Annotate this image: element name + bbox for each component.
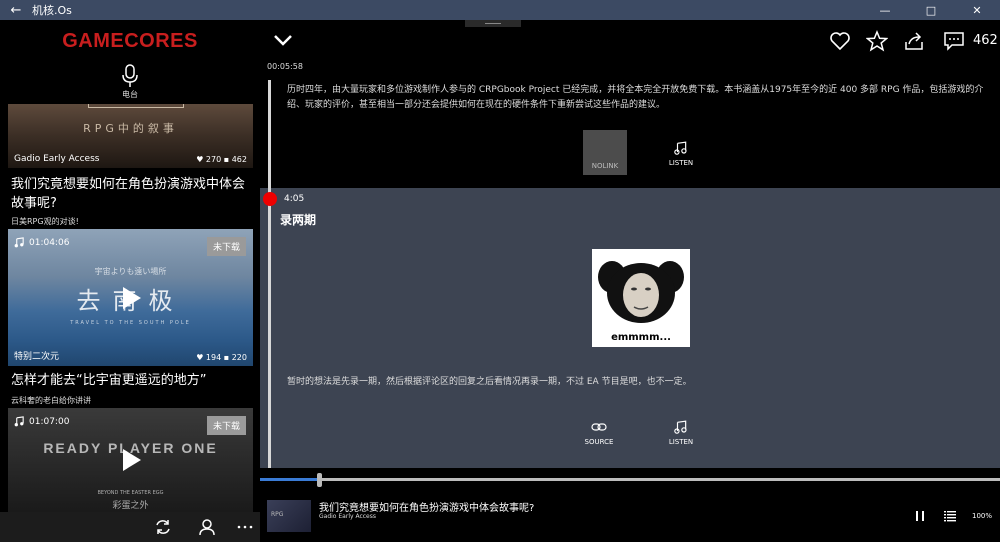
like-count: 270 [205, 155, 222, 164]
back-button[interactable]: ← [0, 3, 32, 18]
music-note-icon [674, 141, 687, 155]
image-caption: emmmm... [611, 332, 671, 343]
microphone-icon[interactable] [120, 64, 140, 88]
program-name: 特别二次元 [14, 352, 60, 362]
close-button[interactable]: ✕ [954, 4, 1000, 17]
episode-subtitle: 云科奢的老白给你讲讲 [11, 396, 91, 405]
playlist-icon[interactable] [943, 509, 957, 523]
refresh-icon[interactable] [154, 518, 172, 536]
episode-card-image[interactable]: 01:07:00 未下载 READY PLAYER ONE BEYOND THE… [8, 408, 253, 512]
heart-icon: ♥ [196, 353, 204, 362]
episode-title[interactable]: 我们究竟想要如何在角色扮演游戏中体会故事呢? [11, 175, 251, 213]
timeline-text: 暂时的想法是先录一期，然后根据评论区的回复之后看情况再录一期，不过 EA 节目是… [287, 377, 692, 387]
volume-level[interactable]: 100% [972, 512, 992, 520]
timeline-title: 录两期 [280, 213, 317, 227]
user-icon[interactable] [198, 518, 216, 536]
chevron-down-icon[interactable] [272, 30, 294, 50]
pause-icon[interactable] [913, 509, 927, 523]
playback-scrubber-handle[interactable] [317, 473, 323, 487]
now-playing-title[interactable]: 我们究竟想要如何在角色扮演游戏中体会故事呢? [319, 499, 534, 514]
app-logo[interactable]: GAMECORES [0, 30, 260, 53]
playback-progress-fill [260, 478, 320, 481]
music-note-icon [14, 237, 24, 248]
music-note-icon [14, 416, 24, 427]
listen-label: LISTEN [668, 438, 694, 446]
download-status-badge[interactable]: 未下载 [206, 416, 246, 435]
episode-stats: ♥ 194 ▪ 220 [196, 353, 247, 362]
sidebar: GAMECORES 电台 RPG中的叙事 Gadio Early Access … [0, 20, 260, 542]
star-icon[interactable] [866, 30, 888, 52]
comment-count: 220 [231, 353, 247, 362]
radio-label: 电台 [122, 90, 138, 99]
current-position-marker [263, 192, 277, 206]
timeline-text: 历时四年，由大量玩家和多位游戏制作人参与的 CRPGbook Project 已… [287, 85, 984, 110]
sidebar-toolbar [0, 512, 260, 542]
nolink-thumbnail: NOLINK [583, 130, 627, 175]
comment-count: 462 [231, 155, 247, 164]
now-playing-thumbnail[interactable]: RPG [267, 500, 311, 532]
episode-title[interactable]: 怎样才能去“比宇宙更遥远的地方” [11, 371, 251, 390]
listen-button[interactable]: LISTEN [651, 420, 711, 446]
more-icon[interactable] [236, 518, 254, 536]
window-title: 机核.Os [32, 4, 72, 17]
heart-icon[interactable] [829, 30, 851, 52]
now-playing-artist: Gadio Early Access [319, 513, 376, 520]
listen-label: LISTEN [668, 159, 694, 167]
play-icon[interactable] [118, 285, 144, 311]
program-name: Gadio Early Access [14, 154, 100, 164]
maximize-button[interactable]: □ [908, 4, 954, 17]
episode-detail-panel: 462 00:05:58 历时四年，由大量玩家和多位游戏制作人参与的 CRPGb… [260, 20, 1000, 542]
banner-english-text: BEYOND THE EASTER EGG [97, 490, 164, 496]
like-count: 194 [205, 353, 222, 362]
comment-icon: ▪ [223, 155, 230, 164]
episode-duration: 01:04:06 [14, 237, 69, 248]
title-bar: ← 机核.Os — □ ✕ [0, 0, 1000, 20]
banner-english-text: TRAVEL TO THE SOUTH POLE [70, 320, 191, 326]
source-label: SOURCE [584, 438, 614, 446]
banner-small-text: 宇宙よりも遠い場所 [94, 267, 167, 276]
source-button[interactable]: SOURCE [569, 420, 629, 446]
episode-stats: ♥ 270 ▪ 462 [196, 155, 247, 164]
timeline-line [268, 188, 271, 468]
episode-duration: 01:07:00 [14, 416, 69, 427]
timeline-timestamp[interactable]: 4:05 [284, 194, 304, 204]
heart-icon: ♥ [196, 155, 204, 164]
timeline-timestamp[interactable]: 00:05:58 [267, 62, 303, 71]
comment-icon[interactable] [943, 30, 965, 52]
panda-meme-icon [598, 261, 684, 323]
comment-icon: ▪ [223, 353, 230, 362]
link-icon [591, 423, 607, 431]
minimize-button[interactable]: — [862, 4, 908, 17]
music-note-icon [674, 420, 687, 434]
comment-count[interactable]: 462 [973, 33, 998, 48]
download-status-badge[interactable]: 未下载 [206, 237, 246, 256]
episode-subtitle: 日美RPG观的对谈! [11, 217, 79, 226]
banner-frame [88, 104, 184, 108]
listen-button[interactable]: LISTEN [651, 141, 711, 167]
episode-card-image[interactable]: RPG中的叙事 Gadio Early Access ♥ 270 ▪ 462 [8, 104, 253, 168]
share-icon[interactable] [903, 30, 925, 52]
banner-chinese-text: 彩蛋之外 [112, 501, 149, 511]
playback-progress-bar[interactable] [260, 478, 1000, 481]
thumbnail-art: RPG [271, 511, 284, 518]
timeline-image[interactable]: emmmm... [592, 249, 690, 347]
banner-text: RPG中的叙事 [83, 122, 178, 135]
play-icon[interactable] [118, 447, 144, 473]
drag-handle[interactable] [465, 20, 521, 27]
episode-card-image[interactable]: 01:04:06 未下载 宇宙よりも遠い場所 去南极 TRAVEL TO THE… [8, 229, 253, 366]
